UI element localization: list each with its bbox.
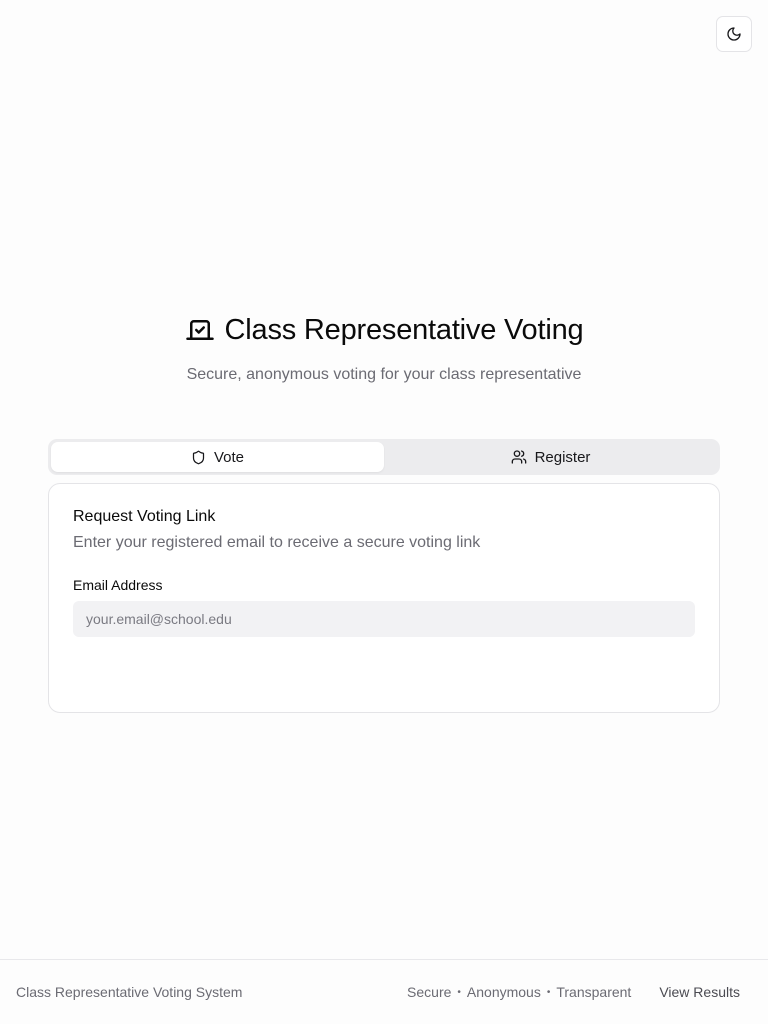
page-title: Class Representative Voting [185,310,584,350]
tagline-transparent: Transparent [556,984,632,1000]
footer: Class Representative Voting System Secur… [0,959,768,1024]
page-title-text: Class Representative Voting [224,313,584,346]
app-page: Class Representative Voting Secure, anon… [0,0,768,1024]
vote-ballot-icon [185,320,214,340]
page-subtitle: Secure, anonymous voting for your class … [186,366,582,383]
footer-system-name: Class Representative Voting System [16,984,243,1000]
footer-tagline: Secure • Anonymous • Transparent [407,984,631,1000]
tagline-secure: Secure [407,984,452,1000]
tab-vote-label: Vote [213,448,245,466]
separator-dot: • [457,986,461,998]
request-link-card: Request Voting Link Enter your registere… [48,483,720,713]
card-description: Enter your registered email to receive a… [73,534,481,551]
users-icon [511,450,526,464]
tab-vote[interactable]: Vote [51,442,384,472]
card-title: Request Voting Link [73,508,216,525]
tagline-anonymous: Anonymous [466,984,541,1000]
email-label: Email Address [73,577,163,593]
tab-register-label: Register [534,448,591,466]
moon-icon [727,27,741,41]
theme-toggle-button[interactable] [716,16,752,52]
separator-dot: • [546,986,551,998]
tab-register[interactable]: Register [384,442,717,472]
hero: Class Representative Voting Secure, anon… [0,310,768,384]
view-results-link[interactable]: View Results [659,984,740,1000]
footer-right: Secure • Anonymous • Transparent View Re… [407,984,752,1000]
mode-tabs: Vote Register [48,439,720,475]
email-input[interactable] [73,601,695,637]
shield-icon [192,450,205,464]
